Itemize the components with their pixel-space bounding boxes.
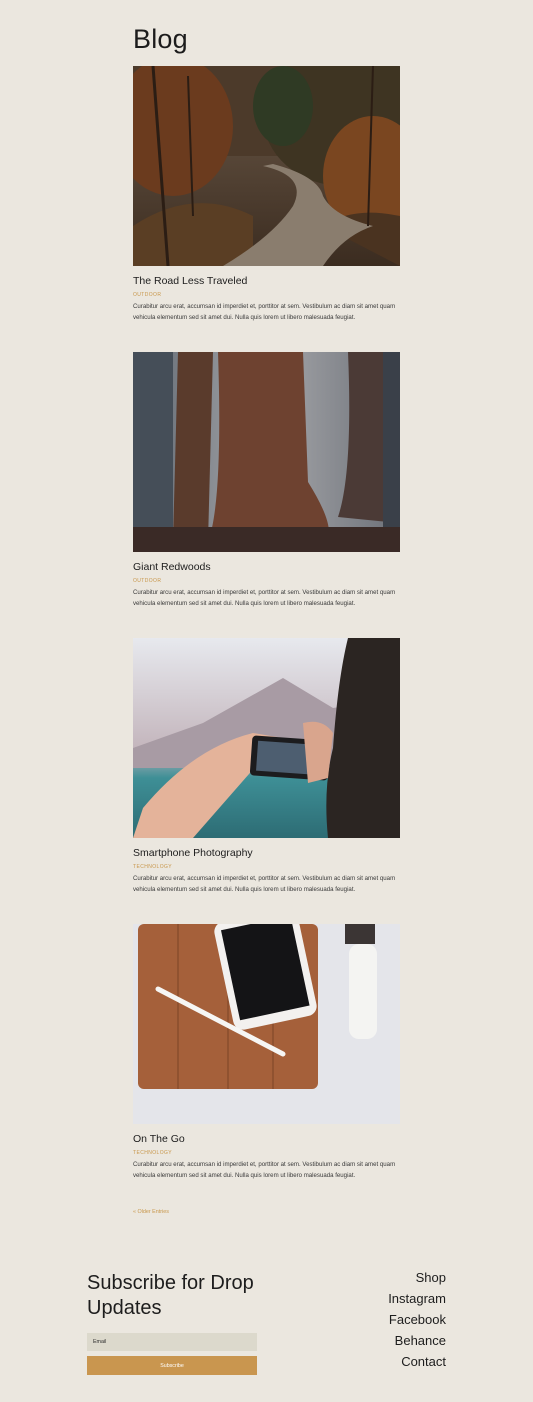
post-title[interactable]: The Road Less Traveled <box>133 275 400 288</box>
post-image-smartphone[interactable] <box>133 638 400 838</box>
post-excerpt: Curabitur arcu erat, accumsan id imperdi… <box>133 589 396 607</box>
post-category[interactable]: OUTDOOR <box>133 292 400 299</box>
post-title[interactable]: On The Go <box>133 1133 400 1146</box>
post-excerpt: Curabitur arcu erat, accumsan id imperdi… <box>133 875 396 893</box>
email-field[interactable] <box>87 1333 257 1351</box>
blog-post: On The Go TECHNOLOGY Curabitur arcu erat… <box>133 924 400 1188</box>
older-entries-link[interactable]: « Older Entries <box>133 1209 169 1215</box>
post-category[interactable]: OUTDOOR <box>133 578 400 585</box>
forest-road-photo <box>133 66 400 266</box>
footer-link-contact[interactable]: Contact <box>388 1351 446 1372</box>
post-excerpt: Curabitur arcu erat, accumsan id imperdi… <box>133 303 396 321</box>
subscribe-title: Subscribe for Drop Updates <box>87 1272 254 1319</box>
post-category[interactable]: TECHNOLOGY <box>133 864 400 871</box>
footer-link-shop[interactable]: Shop <box>388 1267 446 1288</box>
blog-post: The Road Less Traveled OUTDOOR Curabitur… <box>133 66 400 330</box>
footer-link-facebook[interactable]: Facebook <box>388 1309 446 1330</box>
footer-link-instagram[interactable]: Instagram <box>388 1288 446 1309</box>
blog-post: Smartphone Photography TECHNOLOGY Curabi… <box>133 638 400 902</box>
post-excerpt: Curabitur arcu erat, accumsan id imperdi… <box>133 1161 396 1179</box>
blog-post: Giant Redwoods OUTDOOR Curabitur arcu er… <box>133 352 400 616</box>
post-title[interactable]: Smartphone Photography <box>133 847 400 860</box>
post-category[interactable]: TECHNOLOGY <box>133 1150 400 1157</box>
post-image-forest-road[interactable] <box>133 66 400 266</box>
page-title: Blog <box>133 24 188 54</box>
post-image-redwoods[interactable] <box>133 352 400 552</box>
post-title[interactable]: Giant Redwoods <box>133 561 400 574</box>
subscribe-button[interactable]: Subscribe <box>87 1356 257 1375</box>
redwood-trees-photo <box>133 352 400 552</box>
footer-nav: Shop Instagram Facebook Behance Contact <box>388 1267 446 1372</box>
post-image-on-the-go[interactable] <box>133 924 400 1124</box>
footer-link-behance[interactable]: Behance <box>388 1330 446 1351</box>
tablet-phone-watch-photo <box>133 924 400 1124</box>
phone-photography-photo <box>133 638 400 838</box>
